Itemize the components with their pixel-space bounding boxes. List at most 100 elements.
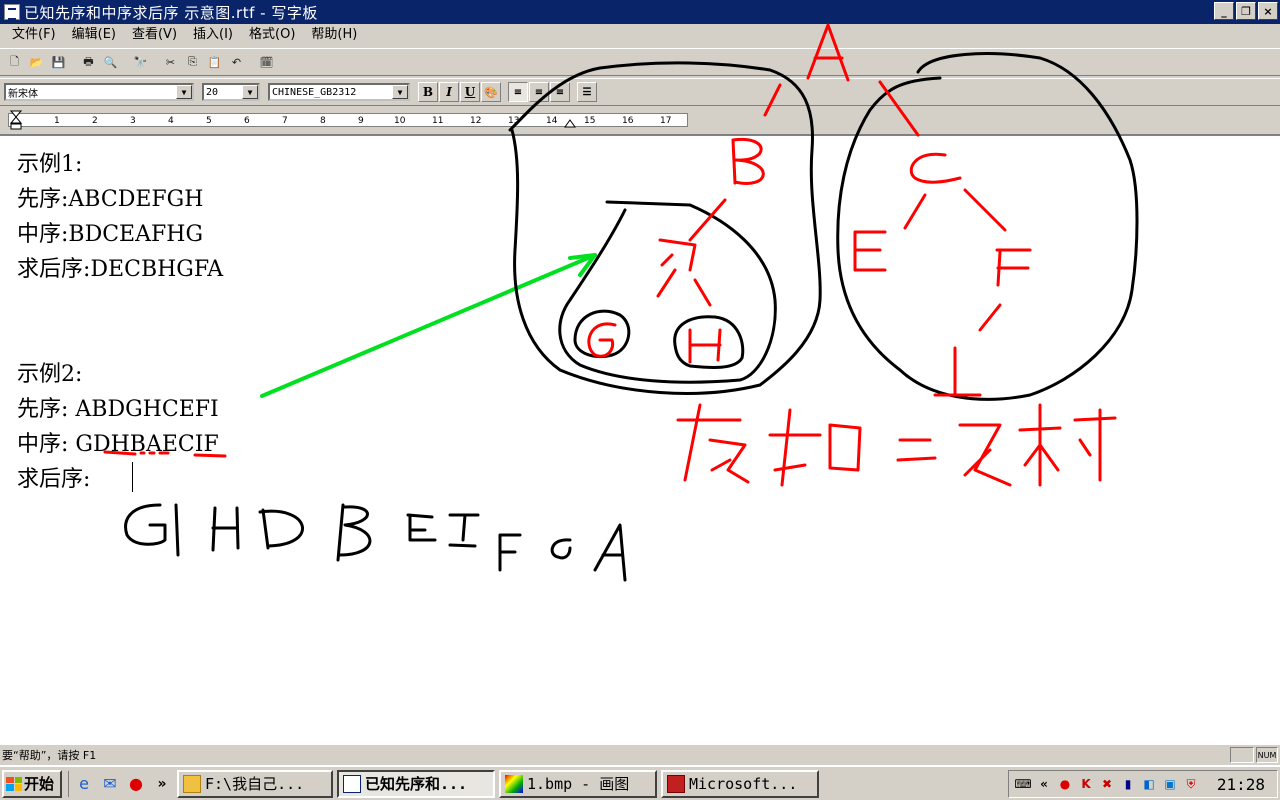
task-microsoft[interactable]: Microsoft... bbox=[661, 769, 819, 798]
font-select-value: 新宋体 bbox=[8, 88, 38, 100]
maximize-button[interactable]: ❐ bbox=[1236, 2, 1256, 20]
print-icon[interactable]: 🖶 bbox=[78, 52, 99, 72]
doc-line: 先序:ABCDEFGH bbox=[17, 187, 204, 212]
task-paint-label: 1.bmp - 画图 bbox=[527, 775, 630, 793]
ruler-number: 1 bbox=[54, 116, 60, 126]
network-disconnected-icon[interactable]: ✖ bbox=[1099, 776, 1115, 792]
align-center-icon[interactable]: ≡ bbox=[529, 82, 549, 102]
align-left-icon[interactable]: ≡ bbox=[508, 82, 528, 102]
format-toolbar: 新宋体 ▼ 20 ▼ CHINESE_GB2312 ▼ B I U 🎨 ≡ ≡ … bbox=[0, 78, 1280, 106]
script-select[interactable]: CHINESE_GB2312 ▼ bbox=[268, 83, 410, 101]
paint-icon bbox=[505, 774, 523, 793]
color-palette-icon[interactable]: 🎨 bbox=[481, 82, 501, 102]
menu-insert[interactable]: 插入(I) bbox=[185, 24, 241, 46]
office-icon bbox=[667, 774, 685, 793]
doc-line: 中序: GDHBAECIF bbox=[17, 432, 219, 457]
status-help-text: 要“帮助”，请按 F1 bbox=[2, 749, 97, 762]
overflow-chevron-icon[interactable]: » bbox=[151, 773, 173, 795]
shield-icon[interactable]: ⛨ bbox=[1183, 776, 1199, 792]
ruler-number: 4 bbox=[168, 116, 174, 126]
windows-logo-icon bbox=[6, 776, 22, 791]
task-microsoft-label: Microsoft... bbox=[689, 774, 798, 793]
left-indent-marker[interactable] bbox=[10, 110, 24, 130]
taskbar: 开始 e ✉ ● » F:\我自己... 已知先序和... 1.bmp - 画图… bbox=[0, 765, 1280, 800]
wordpad-app-icon[interactable] bbox=[4, 4, 20, 20]
copy-icon[interactable]: ⎘ bbox=[182, 52, 203, 72]
usb-icon[interactable]: ▮ bbox=[1120, 776, 1136, 792]
text-caret bbox=[132, 462, 133, 492]
italic-button[interactable]: I bbox=[439, 82, 459, 102]
ruler-number: 13 bbox=[508, 116, 520, 126]
chevron-down-icon: ▼ bbox=[242, 85, 258, 99]
font-size-value: 20 bbox=[206, 86, 219, 98]
underline-button[interactable]: U bbox=[460, 82, 480, 102]
antivirus-icon[interactable]: K bbox=[1078, 776, 1094, 792]
system-tray: ⌨ « ● K ✖ ▮ ◧ ▣ ⛨ 21:28 bbox=[1008, 770, 1278, 798]
standard-toolbar: 🗋 📂 💾 🖶 🔍 🔭 ✂ ⎘ 📋 ↶ 🗓 bbox=[0, 48, 1280, 76]
font-size-select[interactable]: 20 ▼ bbox=[202, 83, 260, 101]
ruler-number: 16 bbox=[622, 116, 634, 126]
task-wordpad[interactable]: 已知先序和... bbox=[337, 769, 495, 798]
quick-launch: e ✉ ● » bbox=[68, 770, 173, 797]
keyboard-icon[interactable]: ⌨ bbox=[1014, 776, 1031, 792]
network-icon[interactable]: ▣ bbox=[1162, 776, 1178, 792]
doc-line: 示例1: bbox=[17, 152, 83, 177]
task-wordpad-label: 已知先序和... bbox=[365, 775, 468, 793]
window-title: 已知先序和中序求后序 示意图.rtf - 写字板 bbox=[24, 3, 318, 22]
start-label: 开始 bbox=[24, 775, 55, 793]
right-indent-marker[interactable] bbox=[564, 116, 576, 128]
ruler-number: 15 bbox=[584, 116, 596, 126]
bold-button[interactable]: B bbox=[418, 82, 438, 102]
doc-line: 先序: ABDGHCEFI bbox=[17, 397, 219, 422]
num-lock-indicator: NUM bbox=[1256, 747, 1278, 763]
doc-line: 求后序: bbox=[17, 467, 91, 492]
title-bar[interactable]: 已知先序和中序求后序 示意图.rtf - 写字板 _ ❐ × bbox=[0, 0, 1280, 24]
print-preview-icon[interactable]: 🔍 bbox=[100, 52, 121, 72]
tray-expand-icon[interactable]: « bbox=[1036, 776, 1052, 792]
save-icon[interactable]: 💾 bbox=[48, 52, 69, 72]
undo-icon[interactable]: ↶ bbox=[226, 52, 247, 72]
volume-icon[interactable]: ◧ bbox=[1141, 776, 1157, 792]
menu-format[interactable]: 格式(O) bbox=[241, 24, 303, 46]
align-right-icon[interactable]: ≡ bbox=[550, 82, 570, 102]
status-bar: 要“帮助”，请按 F1 NUM bbox=[0, 745, 1280, 765]
ruler-number: 14 bbox=[546, 116, 558, 126]
menu-help[interactable]: 帮助(H) bbox=[303, 24, 365, 46]
wordpad-icon bbox=[343, 774, 361, 793]
task-explorer-label: F:\我自己... bbox=[205, 775, 305, 793]
close-button[interactable]: × bbox=[1258, 2, 1278, 20]
internet-explorer-icon[interactable]: e bbox=[73, 773, 95, 795]
minimize-button[interactable]: _ bbox=[1214, 2, 1234, 20]
bullets-icon[interactable]: ☰ bbox=[577, 82, 597, 102]
ruler-number: 5 bbox=[206, 116, 212, 126]
ruler-number: 9 bbox=[358, 116, 364, 126]
ruler-number: 3 bbox=[130, 116, 136, 126]
chevron-down-icon: ▼ bbox=[176, 85, 192, 99]
paste-icon[interactable]: 📋 bbox=[204, 52, 225, 72]
ruler-number: 7 bbox=[282, 116, 288, 126]
task-explorer[interactable]: F:\我自己... bbox=[177, 769, 333, 798]
insert-datetime-icon[interactable]: 🗓 bbox=[256, 52, 277, 72]
outlook-express-icon[interactable]: ✉ bbox=[99, 773, 121, 795]
cut-icon[interactable]: ✂ bbox=[160, 52, 181, 72]
record-icon[interactable]: ● bbox=[125, 773, 147, 795]
menu-view[interactable]: 查看(V) bbox=[124, 24, 185, 46]
new-document-icon[interactable]: 🗋 bbox=[4, 52, 25, 72]
ruler-number: 2 bbox=[92, 116, 98, 126]
doc-line: 中序:BDCEAFHG bbox=[17, 222, 204, 247]
menu-edit[interactable]: 编辑(E) bbox=[64, 24, 124, 46]
find-icon[interactable]: 🔭 bbox=[130, 52, 151, 72]
ruler-number: 8 bbox=[320, 116, 326, 126]
start-button[interactable]: 开始 bbox=[2, 769, 62, 798]
document-area[interactable]: 示例1: 先序:ABCDEFGH 中序:BDCEAFHG 求后序:DECBHGF… bbox=[0, 134, 1280, 745]
record-icon[interactable]: ● bbox=[1057, 776, 1073, 792]
doc-line: 求后序:DECBHGFA bbox=[17, 257, 224, 282]
chevron-down-icon: ▼ bbox=[392, 85, 408, 99]
font-select[interactable]: 新宋体 ▼ bbox=[4, 83, 194, 101]
menu-file[interactable]: 文件(F) bbox=[4, 24, 64, 46]
doc-line: 示例2: bbox=[17, 362, 83, 387]
open-folder-icon[interactable]: 📂 bbox=[26, 52, 47, 72]
task-paint[interactable]: 1.bmp - 画图 bbox=[499, 769, 657, 798]
folder-icon bbox=[183, 774, 201, 793]
ruler[interactable]: 1 2 3 4 5 6 7 8 9 10 11 12 13 14 15 16 1… bbox=[0, 110, 690, 130]
